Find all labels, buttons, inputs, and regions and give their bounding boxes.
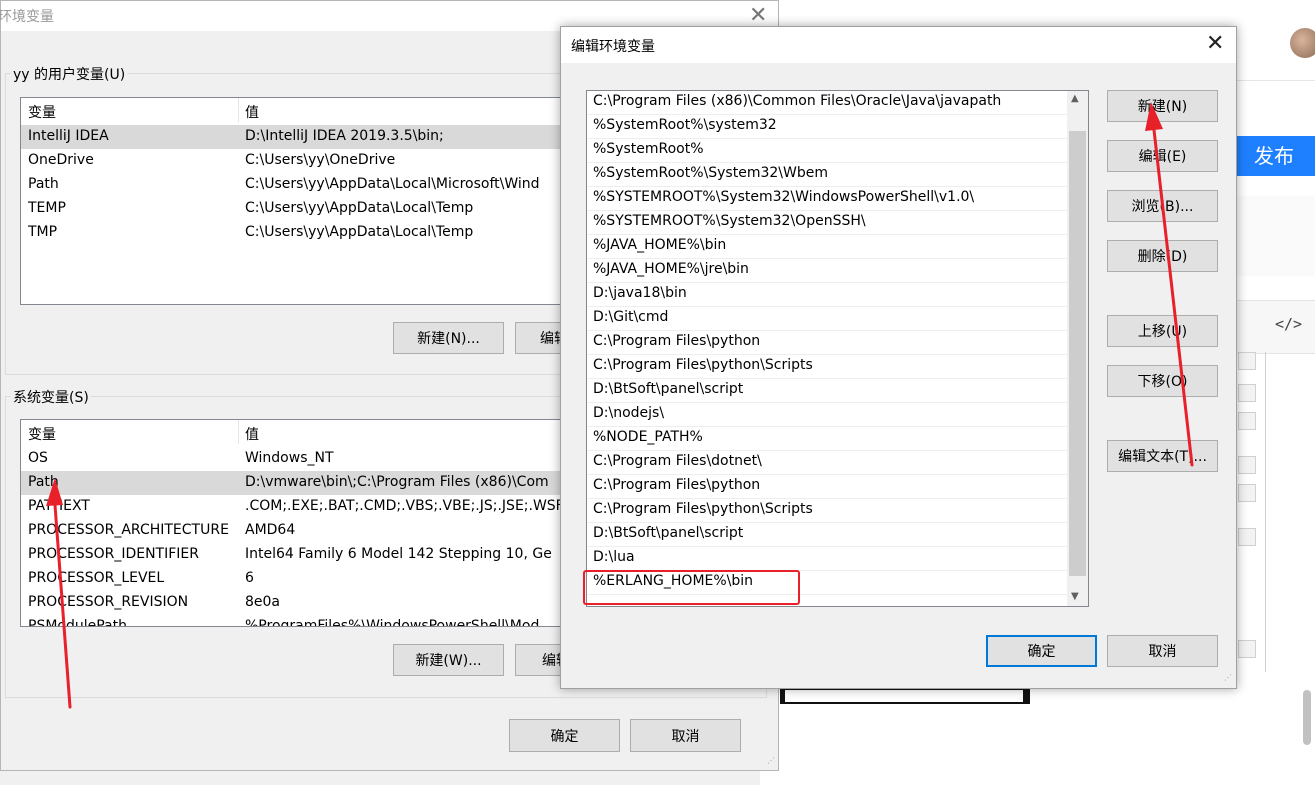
arrowhead-icon (46, 478, 63, 506)
arrow-line (53, 503, 72, 709)
arrowhead-icon (1145, 102, 1163, 131)
annotation-arrows (46, 102, 1194, 709)
arrow-line (1152, 128, 1194, 467)
